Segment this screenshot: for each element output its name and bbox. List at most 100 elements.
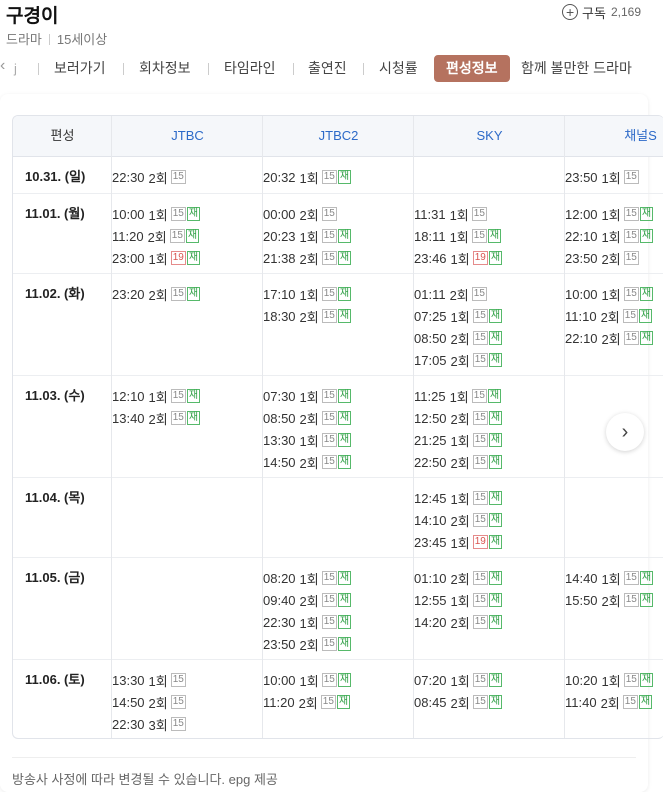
rerun-badge: 재 xyxy=(337,251,352,265)
rerun-badge: 재 xyxy=(488,673,503,687)
episode-number: 1회 xyxy=(601,229,621,245)
episode-number: 1회 xyxy=(299,229,319,245)
genre-label: 드라마 xyxy=(6,32,42,47)
tab-partial[interactable]: j xyxy=(14,55,17,82)
episode-number: 1회 xyxy=(148,673,168,689)
tab-episodes[interactable]: 회차정보 xyxy=(139,55,191,82)
broadcast-entry: 23:50 1회 15 xyxy=(565,166,639,188)
broadcast-time: 17:10 xyxy=(263,286,296,302)
channel-header-sky[interactable]: SKY xyxy=(414,116,565,156)
age-rating-badge: 15 xyxy=(170,389,186,403)
broadcast-entry: 22:30 2회 15 xyxy=(112,166,186,188)
broadcast-entry: 12:55 1회 15 재 xyxy=(414,589,503,611)
tab-timeline[interactable]: 타임라인 xyxy=(224,55,276,82)
episode-number: 1회 xyxy=(450,433,470,449)
tab-schedule[interactable]: 편성정보 xyxy=(434,55,510,82)
age-rating-badge: 15 xyxy=(472,513,488,527)
age-rating-badge: 15 xyxy=(623,251,639,265)
rerun-badge: 재 xyxy=(488,455,503,469)
age-rating-badge: 15 xyxy=(320,695,336,709)
episode-number: 2회 xyxy=(299,593,319,609)
program-title: 구경이 xyxy=(6,6,59,27)
episode-number: 1회 xyxy=(450,491,470,507)
age-rating-badge: 15 xyxy=(472,433,488,447)
tab-watch[interactable]: 보러가기 xyxy=(54,55,106,82)
broadcast-entry: 08:20 1회 15 재 xyxy=(263,567,352,589)
tab-divider xyxy=(293,63,294,75)
broadcast-entry: 23:00 1회 19 재 xyxy=(112,247,201,269)
tab-ratings[interactable]: 시청률 xyxy=(379,55,418,82)
schedule-cell: 11:31 1회 15 18:11 1회 15 재 23:46 1회 19 재 xyxy=(414,203,503,269)
broadcast-entry: 11:20 2회 15 재 xyxy=(112,225,200,247)
episode-number: 1회 xyxy=(601,287,621,303)
age-rating-badge: 15 xyxy=(321,411,337,425)
subscribe-label: 구독 xyxy=(582,5,606,21)
episode-number: 2회 xyxy=(450,513,470,529)
rerun-badge: 재 xyxy=(639,207,654,221)
broadcast-entry: 14:50 2회 15 재 xyxy=(263,451,352,473)
broadcast-entry: 10:00 1회 15 재 xyxy=(565,283,654,305)
row-date: 10.31. (일) xyxy=(25,169,86,184)
schedule-cell: 08:20 1회 15 재 09:40 2회 15 재 22:30 1회 15 재 23:50 2회 15 재 xyxy=(263,567,352,655)
tab-cast[interactable]: 출연진 xyxy=(308,55,347,82)
episode-number: 2회 xyxy=(148,411,168,427)
column-divider xyxy=(262,116,263,738)
rerun-badge: 재 xyxy=(337,455,352,469)
rerun-badge: 재 xyxy=(639,229,654,243)
episode-number: 1회 xyxy=(450,673,470,689)
broadcast-entry: 01:10 2회 15 재 xyxy=(414,567,503,589)
schedule-cell: 00:00 2회 15 20:23 1회 15 재 21:38 2회 15 재 xyxy=(263,203,352,269)
broadcast-time: 12:55 xyxy=(414,592,447,608)
broadcast-entry: 01:11 2회 15 xyxy=(414,283,502,305)
broadcast-time: 22:30 xyxy=(263,614,296,630)
broadcast-time: 08:50 xyxy=(414,330,447,346)
age-rating-badge: 15 xyxy=(622,695,638,709)
schedule-cell: 14:40 1회 15 재 15:50 2회 15 재 xyxy=(565,567,654,611)
episode-number: 2회 xyxy=(450,615,470,631)
rerun-badge: 재 xyxy=(488,331,503,345)
broadcast-time: 22:50 xyxy=(414,454,447,470)
broadcast-time: 22:30 xyxy=(112,716,145,732)
broadcast-entry: 22:50 2회 15 재 xyxy=(414,451,503,473)
rerun-badge: 재 xyxy=(487,229,502,243)
chevron-left-icon[interactable]: ‹ xyxy=(0,57,5,75)
tab-similar-dramas[interactable]: 함께 볼만한 드라마 xyxy=(521,55,632,82)
broadcast-time: 11:31 xyxy=(414,206,446,222)
age-rating-badge: 15 xyxy=(472,331,488,345)
schedule-cell: 17:10 1회 15 재 18:30 2회 15 재 xyxy=(263,283,352,327)
schedule-cell: 10:20 1회 15 재 11:40 2회 15 재 xyxy=(565,669,654,713)
broadcast-time: 11:25 xyxy=(414,388,446,404)
rerun-badge: 재 xyxy=(186,251,201,265)
chevron-right-icon: › xyxy=(621,420,629,443)
age-rating-badge: 15 xyxy=(321,229,337,243)
broadcast-entry: 10:00 1회 15 재 xyxy=(112,203,201,225)
episode-number: 2회 xyxy=(601,331,621,347)
row-date: 11.03. (수) xyxy=(25,388,85,403)
episode-number: 2회 xyxy=(298,695,318,711)
broadcast-entry: 08:45 2회 15 재 xyxy=(414,691,503,713)
subscribe-button[interactable]: + 구독 2,169 xyxy=(562,2,641,22)
schedule-cell: 23:20 2회 15 재 xyxy=(112,283,201,305)
broadcast-time: 11:20 xyxy=(263,694,295,710)
age-rating-badge: 15 xyxy=(623,170,639,184)
broadcast-entry: 20:32 1회 15 재 xyxy=(263,166,352,188)
channel-header-jtbc2[interactable]: JTBC2 xyxy=(263,116,414,156)
age-rating-badge: 15 xyxy=(472,491,488,505)
program-header: 구경이 드라마 15세이상 + 구독 2,169 xyxy=(0,0,663,56)
broadcast-entry: 18:30 2회 15 재 xyxy=(263,305,352,327)
age-rating-badge: 15 xyxy=(321,287,337,301)
episode-number: 1회 xyxy=(299,571,319,587)
channel-header-jtbc[interactable]: JTBC xyxy=(112,116,263,156)
channel-header-channel-s[interactable]: 채널S xyxy=(565,116,663,156)
episode-number: 1회 xyxy=(299,389,319,405)
scroll-right-button[interactable]: › xyxy=(606,413,644,451)
episode-number: 1회 xyxy=(450,593,470,609)
age-rating-badge: 15 xyxy=(170,170,186,184)
episode-number: 2회 xyxy=(299,207,319,223)
age-rating-badge: 15 xyxy=(472,571,488,585)
broadcast-time: 22:10 xyxy=(565,330,598,346)
episode-number: 2회 xyxy=(600,695,620,711)
rerun-badge: 재 xyxy=(337,571,352,585)
age-rating-badge: 15 xyxy=(623,331,639,345)
age-rating-badge: 15 xyxy=(321,251,337,265)
